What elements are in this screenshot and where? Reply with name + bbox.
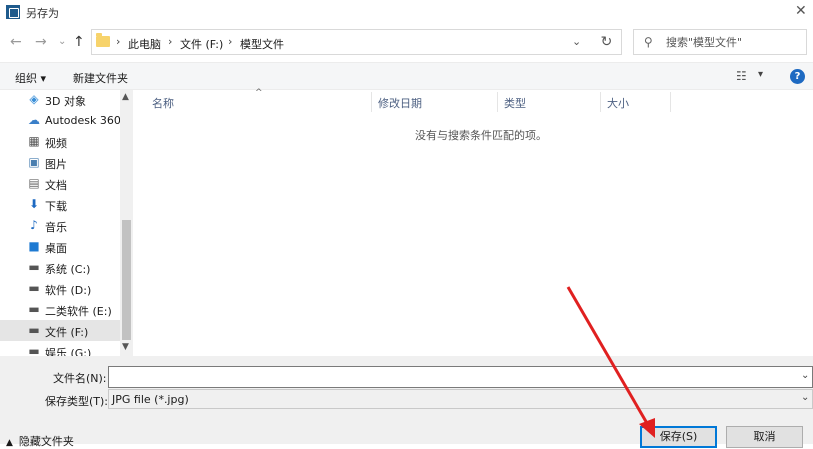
sidebar-item-label: 桌面 xyxy=(45,242,67,255)
window-title: 另存为 xyxy=(26,7,59,20)
video-icon: ▦ xyxy=(28,134,40,148)
sidebar-item[interactable]: ▬ 文件 (F:) xyxy=(0,320,120,341)
column-name[interactable]: 名称 xyxy=(152,95,174,111)
sidebar-item-label: 文件 (F:) xyxy=(45,326,89,339)
search-icon: ⚲ xyxy=(644,35,653,49)
column-divider[interactable] xyxy=(371,92,372,112)
back-arrow-icon[interactable]: ← xyxy=(10,34,22,50)
breadcrumb-model-files[interactable]: 模型文件 xyxy=(240,36,284,52)
view-dropdown-icon[interactable]: ▾ xyxy=(758,69,763,80)
filename-label: 文件名(N): xyxy=(53,372,107,385)
sidebar-item-label: 二类软件 (E:) xyxy=(45,305,112,318)
sidebar-item[interactable]: ■ 桌面 xyxy=(0,236,120,257)
chevron-up-icon: ▲ xyxy=(6,438,13,448)
search-box[interactable]: ⚲ xyxy=(633,29,807,55)
hide-folders-label: 隐藏文件夹 xyxy=(18,435,74,448)
sidebar-item-label: 3D 对象 xyxy=(45,95,86,108)
sidebar-item-label: 下载 xyxy=(45,200,67,213)
cancel-button[interactable]: 取消 xyxy=(726,426,803,448)
sidebar-item[interactable]: ▬ 系统 (C:) xyxy=(0,257,120,278)
breadcrumb-separator[interactable]: › xyxy=(228,35,232,48)
navigation-pane: ◈ 3D 对象 ☁ Autodesk 360 ▦ 视频 ▣ 图片 ▤ 文档 ⬇ 下载 ♪ 音乐 ■ 桌面 ▬ 系统… xyxy=(0,90,120,356)
download-icon: ⬇ xyxy=(28,197,40,211)
title-bar: 另存为 ✕ xyxy=(0,0,813,24)
close-icon[interactable]: ✕ xyxy=(795,3,807,19)
filename-field[interactable]: ⌄ xyxy=(108,366,813,388)
drive-icon: ▬ xyxy=(28,281,40,295)
up-arrow-icon[interactable]: ↑ xyxy=(73,34,85,50)
sidebar-item[interactable]: ☁ Autodesk 360 xyxy=(0,110,120,131)
desktop-icon: ■ xyxy=(28,239,40,253)
chevron-down-icon[interactable]: ⌄ xyxy=(801,392,809,403)
search-input[interactable] xyxy=(666,34,802,51)
sort-ascending-icon: ^ xyxy=(255,88,263,98)
file-list: ^ 名称 修改日期 类型 大小 没有与搜索条件匹配的项。 xyxy=(135,88,813,356)
filetype-select[interactable]: JPG file (*.jpg) ⌄ xyxy=(108,389,813,409)
empty-message: 没有与搜索条件匹配的项。 xyxy=(415,129,547,142)
scrollbar-thumb[interactable] xyxy=(122,220,131,340)
drive-icon: ▬ xyxy=(28,302,40,316)
column-divider[interactable] xyxy=(497,92,498,112)
drive-icon: ▬ xyxy=(28,323,40,337)
chevron-down-icon[interactable]: ⌄ xyxy=(801,370,809,381)
cloud-icon: ☁ xyxy=(28,113,40,127)
sidebar-item-label: 系统 (C:) xyxy=(45,263,91,276)
sidebar-item-label: 软件 (D:) xyxy=(45,284,92,297)
forward-arrow-icon[interactable]: → xyxy=(35,34,47,50)
filename-input[interactable] xyxy=(109,367,789,385)
address-bar[interactable]: › 此电脑 › 文件 (F:) › 模型文件 ⌄ xyxy=(91,29,622,55)
breadcrumb-this-pc[interactable]: 此电脑 xyxy=(128,36,161,52)
column-size[interactable]: 大小 xyxy=(607,95,629,111)
scroll-down-icon[interactable]: ▼ xyxy=(122,342,129,352)
scroll-up-icon[interactable]: ▲ xyxy=(122,92,129,102)
sidebar-item-label: Autodesk 360 xyxy=(45,114,120,127)
recent-locations-icon[interactable]: ⌄ xyxy=(58,36,66,47)
navigation-bar: ← → ⌄ ↑ › 此电脑 › 文件 (F:) › 模型文件 ⌄ ↻ ⚲ xyxy=(0,27,813,59)
sidebar-item[interactable]: ♪ 音乐 xyxy=(0,215,120,236)
app-icon xyxy=(6,5,20,19)
sidebar-item[interactable]: ▦ 视频 xyxy=(0,131,120,152)
organize-menu[interactable]: 组织 ▾ xyxy=(15,70,46,86)
view-options-icon[interactable]: ☷ xyxy=(736,69,747,83)
document-icon: ▤ xyxy=(28,176,40,190)
sidebar-item[interactable]: ◈ 3D 对象 xyxy=(0,90,120,110)
help-icon[interactable]: ? xyxy=(790,69,805,84)
sidebar-item-label: 文档 xyxy=(45,179,67,192)
sidebar-item[interactable]: ▬ 娱乐 (G:) xyxy=(0,341,120,356)
column-divider[interactable] xyxy=(670,92,671,112)
picture-icon: ▣ xyxy=(28,155,40,169)
column-date-modified[interactable]: 修改日期 xyxy=(378,95,422,111)
sidebar-item-label: 音乐 xyxy=(45,221,67,234)
save-form: 文件名(N): ⌄ 保存类型(T): JPG file (*.jpg) ⌄ ▲ 隐… xyxy=(0,356,813,448)
filetype-label: 保存类型(T): xyxy=(45,395,109,408)
chevron-down-icon[interactable]: ⌄ xyxy=(572,35,581,48)
command-toolbar: 组织 ▾ 新建文件夹 ☷ ▾ ? xyxy=(0,62,813,90)
breadcrumb-separator[interactable]: › xyxy=(168,35,172,48)
music-icon: ♪ xyxy=(30,218,38,232)
hide-folders-toggle[interactable]: ▲ 隐藏文件夹 xyxy=(6,433,74,449)
save-button[interactable]: 保存(S) xyxy=(640,426,717,448)
breadcrumb-drive-f[interactable]: 文件 (F:) xyxy=(180,36,223,52)
sidebar-item[interactable]: ▬ 二类软件 (E:) xyxy=(0,299,120,320)
drive-icon: ▬ xyxy=(28,260,40,274)
sidebar-item-label: 图片 xyxy=(45,158,67,171)
drive-icon: ▬ xyxy=(28,344,40,356)
sidebar-item[interactable]: ▬ 软件 (D:) xyxy=(0,278,120,299)
sidebar-item[interactable]: ▤ 文档 xyxy=(0,173,120,194)
new-folder-button[interactable]: 新建文件夹 xyxy=(73,70,128,86)
column-header-row: ^ 名称 修改日期 类型 大小 xyxy=(135,88,813,114)
filetype-value: JPG file (*.jpg) xyxy=(112,393,189,406)
cube-icon: ◈ xyxy=(29,92,39,106)
column-divider[interactable] xyxy=(600,92,601,112)
refresh-icon[interactable]: ↻ xyxy=(592,29,622,55)
nav-scrollbar[interactable]: ▲ ▼ xyxy=(120,90,133,356)
breadcrumb-separator[interactable]: › xyxy=(116,35,120,48)
column-type[interactable]: 类型 xyxy=(504,95,526,111)
sidebar-item[interactable]: ▣ 图片 xyxy=(0,152,120,173)
folder-icon xyxy=(96,33,110,47)
sidebar-item-label: 娱乐 (G:) xyxy=(45,347,92,356)
sidebar-item-label: 视频 xyxy=(45,137,67,150)
sidebar-item[interactable]: ⬇ 下载 xyxy=(0,194,120,215)
